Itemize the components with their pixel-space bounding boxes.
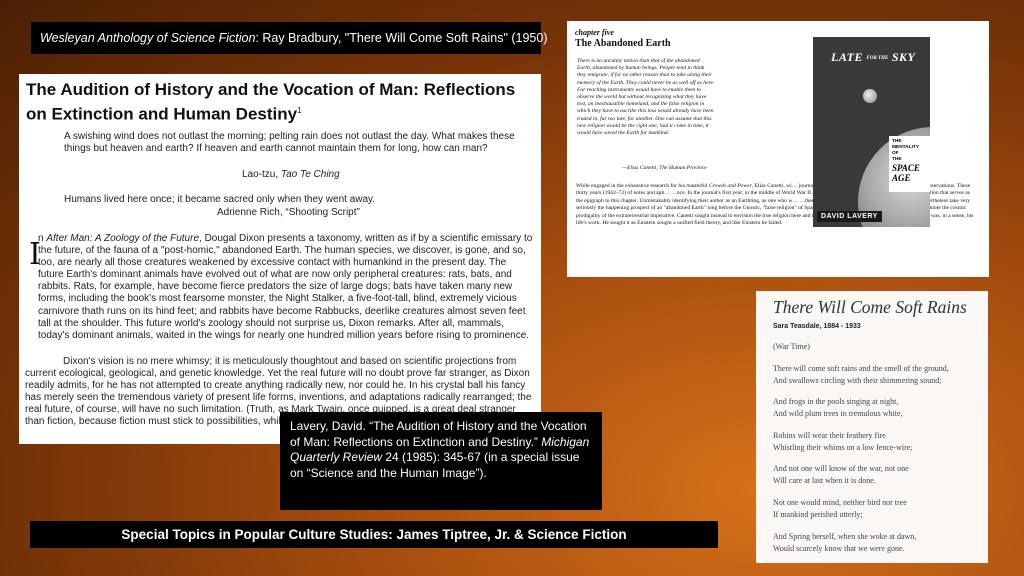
poem-stanza: Robins will wear their feathery fire Whis…: [773, 430, 913, 453]
poem-page: There Will Come Soft Rains Sara Teasdale…: [756, 291, 988, 563]
poem-stanza: And not one will know of the war, not on…: [773, 463, 909, 486]
citation-box: Lavery, David. “The Audition of History …: [280, 412, 602, 510]
chapter-body-italic: Crowds and Power: [708, 183, 752, 189]
book-cover: LATE FOR THE SKY THE MENTALITY OF THE SP…: [813, 37, 930, 227]
epigraph-laotzu: A swishing wind does not outlast the mor…: [64, 131, 515, 154]
attribution-prefix: Lao-tzu,: [242, 169, 281, 180]
cover-title-small: FOR THE: [866, 55, 889, 61]
poem-line: And wild plum trees in tremulous white,: [773, 408, 903, 418]
attribution-title: Tao Te Ching: [280, 169, 340, 180]
footnote-mark: 1: [297, 106, 302, 115]
cover-title-left: LATE: [831, 50, 864, 64]
cover-subtitle: THE MENTALITY OF THE SPACE AGE: [889, 136, 930, 192]
title-bar-rest: : Ray Bradbury, "There Will Come Soft Ra…: [255, 31, 548, 45]
title-bar: Wesleyan Anthology of Science Fiction: R…: [31, 22, 547, 54]
poem-line: Whistling their whims on a low fence-wir…: [773, 442, 913, 452]
cover-title-right: SKY: [891, 50, 916, 64]
para1-book-title: After Man: A Zoology of the Future: [46, 233, 200, 244]
poem-line: And swallows circling with their shimmer…: [773, 375, 942, 385]
poem-line: There will come soft rains and the smell…: [773, 364, 949, 373]
anthology-title: Wesleyan Anthology of Science Fiction: [40, 31, 256, 45]
poem-stanza: Not one would mind, neither bird nor tre…: [773, 497, 907, 520]
poem-line: If mankind perished utterly;: [773, 509, 863, 519]
poem-stanza: And frogs in the pools singing at night,…: [773, 396, 903, 419]
poem-line: Would scarcely know that we were gone.: [773, 543, 905, 553]
chapter-label: chapter five: [575, 28, 614, 37]
chapter-body-start: While engaged in the exhaustive research…: [576, 183, 709, 189]
chapter-epigraph-attribution: —Elias Canetti, The Human Province: [622, 165, 707, 171]
poem-author: Sara Teasdale, 1884 - 1933: [773, 323, 861, 330]
article-excerpt: The Audition of History and the Vocation…: [19, 74, 541, 444]
poem-subtitle: (War Time): [773, 342, 810, 351]
poem-line: Robins will wear their feathery fire: [773, 431, 886, 440]
cover-author: DAVID LAVERY: [817, 211, 882, 222]
poem-line: Not one would mind, neither bird nor tre…: [773, 498, 907, 507]
chapter-epigraph: There is no uncanny notion than that of …: [577, 58, 715, 137]
epigraph-laotzu-attribution: Lao-tzu, Tao Te Ching: [242, 169, 492, 181]
moon-icon: [863, 89, 877, 103]
para1-rest: , Dougal Dixon presents a taxonomy, writ…: [38, 233, 533, 341]
poem-line: And frogs in the pools singing at night,: [773, 397, 899, 406]
cover-title: LATE FOR THE SKY: [831, 50, 915, 65]
poem-stanza: And Spring herself, when she woke at daw…: [773, 531, 916, 554]
article-paragraph-1: n After Man: A Zoology of the Future, Do…: [38, 233, 534, 342]
article-title-text: The Audition of History and the Vocation…: [26, 80, 516, 124]
cover-sub-big: SPACE: [892, 163, 920, 173]
cover-sub-big: AGE: [892, 173, 911, 183]
poem-line: And not one will know of the war, not on…: [773, 464, 909, 473]
epigraph-rich: Humans lived here once; it became sacred…: [64, 194, 376, 205]
course-title-bar: Special Topics in Popular Culture Studie…: [30, 521, 718, 548]
poem-line: Will care at last when it is done.: [773, 475, 876, 485]
poem-line: And Spring herself, when she woke at daw…: [773, 532, 917, 541]
poem-stanza: There will come soft rains and the smell…: [773, 363, 949, 386]
poem-title: There Will Come Soft Rains: [773, 297, 967, 317]
chapter-title: The Abandoned Earth: [575, 38, 671, 49]
article-title: The Audition of History and the Vocation…: [26, 79, 536, 125]
epigraph-rich-attribution: Adrienne Rich, “Shooting Script”: [217, 207, 360, 218]
